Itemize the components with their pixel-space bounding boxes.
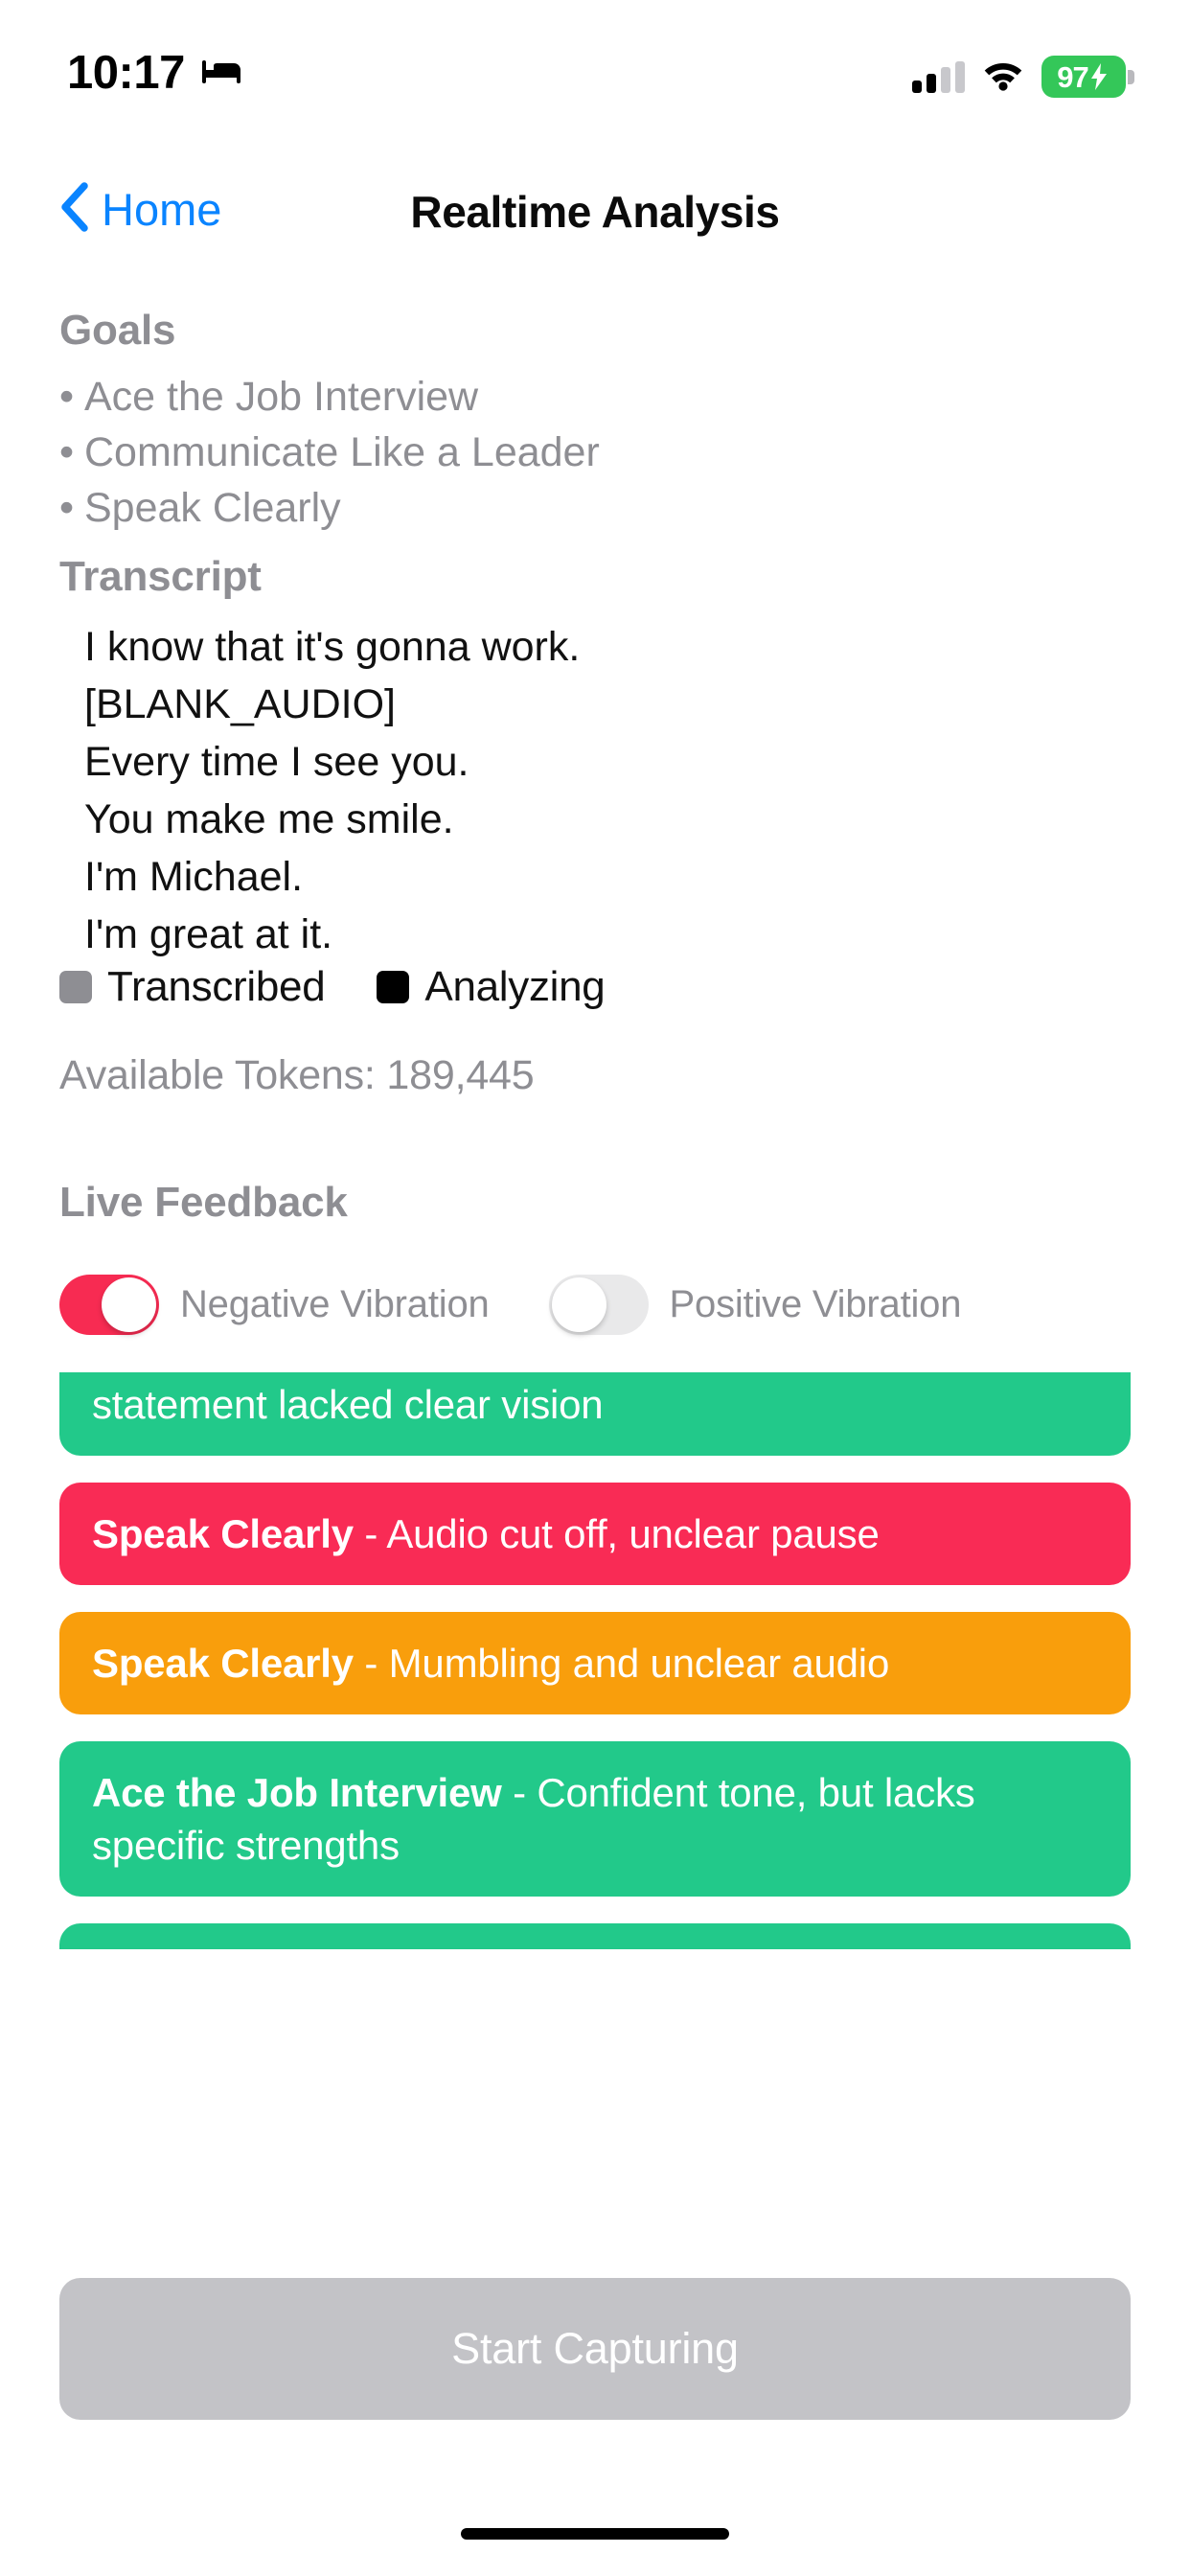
live-feedback-heading: Live Feedback — [59, 1179, 348, 1226]
transcript-line: You make me smile. — [84, 796, 454, 842]
legend-swatch-icon — [59, 971, 92, 1003]
legend-label: Transcribed — [107, 963, 326, 1010]
feedback-card[interactable]: Communicate Like a Leader - Lacking visi… — [59, 1923, 1131, 1949]
home-indicator — [461, 2528, 729, 2540]
transcript-line: I'm great at it. — [84, 911, 333, 957]
positive-vibration-group: Positive Vibration — [548, 1275, 962, 1335]
legend-label: Analyzing — [424, 963, 606, 1010]
goal-item-label: Communicate Like a Leader — [84, 429, 600, 475]
feedback-card-text: - Mumbling and unclear audio — [353, 1641, 890, 1686]
goal-item: • Speak Clearly — [59, 485, 341, 531]
transcript-line: I'm Michael. — [84, 854, 304, 900]
feedback-card-text: - Audio cut off, unclear pause — [353, 1511, 880, 1556]
goal-item: • Ace the Job Interview — [59, 374, 479, 420]
feedback-card-goal: Speak Clearly — [92, 1641, 354, 1686]
legend-item-analyzing: Analyzing — [377, 963, 606, 1011]
app-screen: 10:17 97 Home Realtime Analysis Goals • … — [0, 0, 1190, 2576]
legend-swatch-icon — [377, 971, 410, 1003]
toggle-knob — [551, 1277, 606, 1332]
vibration-toggles: Negative Vibration Positive Vibration — [59, 1275, 961, 1335]
feedback-card-text: statement lacked clear vision — [92, 1382, 604, 1427]
negative-vibration-label: Negative Vibration — [180, 1283, 490, 1325]
goal-item: • Communicate Like a Leader — [59, 429, 600, 475]
feedback-card-goal: Speak Clearly — [92, 1511, 354, 1556]
available-tokens-label: Available Tokens: 189,445 — [59, 1052, 535, 1098]
transcript-text: I know that it's gonna work. [BLANK_AUDI… — [84, 618, 1148, 963]
start-capturing-button[interactable]: Start Capturing — [59, 2278, 1131, 2420]
goal-item-label: Ace the Job Interview — [84, 374, 479, 420]
transcript-line: Every time I see you. — [84, 739, 469, 785]
feedback-card[interactable]: statement lacked clear vision — [59, 1372, 1131, 1456]
feedback-card[interactable]: Ace the Job Interview - Confident tone, … — [59, 1741, 1131, 1897]
feedback-card-list[interactable]: statement lacked clear vision Speak Clea… — [59, 1372, 1131, 1949]
transcript-line: I know that it's gonna work. — [84, 624, 581, 670]
feedback-card-goal: Ace the Job Interview — [92, 1770, 502, 1815]
feedback-card[interactable]: Speak Clearly - Audio cut off, unclear p… — [59, 1483, 1131, 1585]
feedback-card[interactable]: Speak Clearly - Mumbling and unclear aud… — [59, 1612, 1131, 1714]
goals-list: • Ace the Job Interview • Communicate Like… — [59, 369, 1142, 536]
negative-vibration-group: Negative Vibration — [59, 1275, 490, 1335]
positive-vibration-toggle[interactable] — [548, 1275, 649, 1335]
main-content: Goals • Ace the Job Interview • Communicat… — [0, 0, 1190, 2576]
transcript-legend: Transcribed Analyzing — [59, 963, 606, 1011]
negative-vibration-toggle[interactable] — [59, 1275, 159, 1335]
legend-item-transcribed: Transcribed — [59, 963, 326, 1011]
goal-item-label: Speak Clearly — [84, 485, 341, 531]
positive-vibration-label: Positive Vibration — [669, 1283, 962, 1325]
toggle-knob — [102, 1277, 156, 1332]
transcript-heading: Transcript — [59, 553, 262, 600]
transcript-line: [BLANK_AUDIO] — [84, 681, 396, 727]
start-capturing-label: Start Capturing — [451, 2324, 739, 2373]
goals-heading: Goals — [59, 307, 176, 354]
